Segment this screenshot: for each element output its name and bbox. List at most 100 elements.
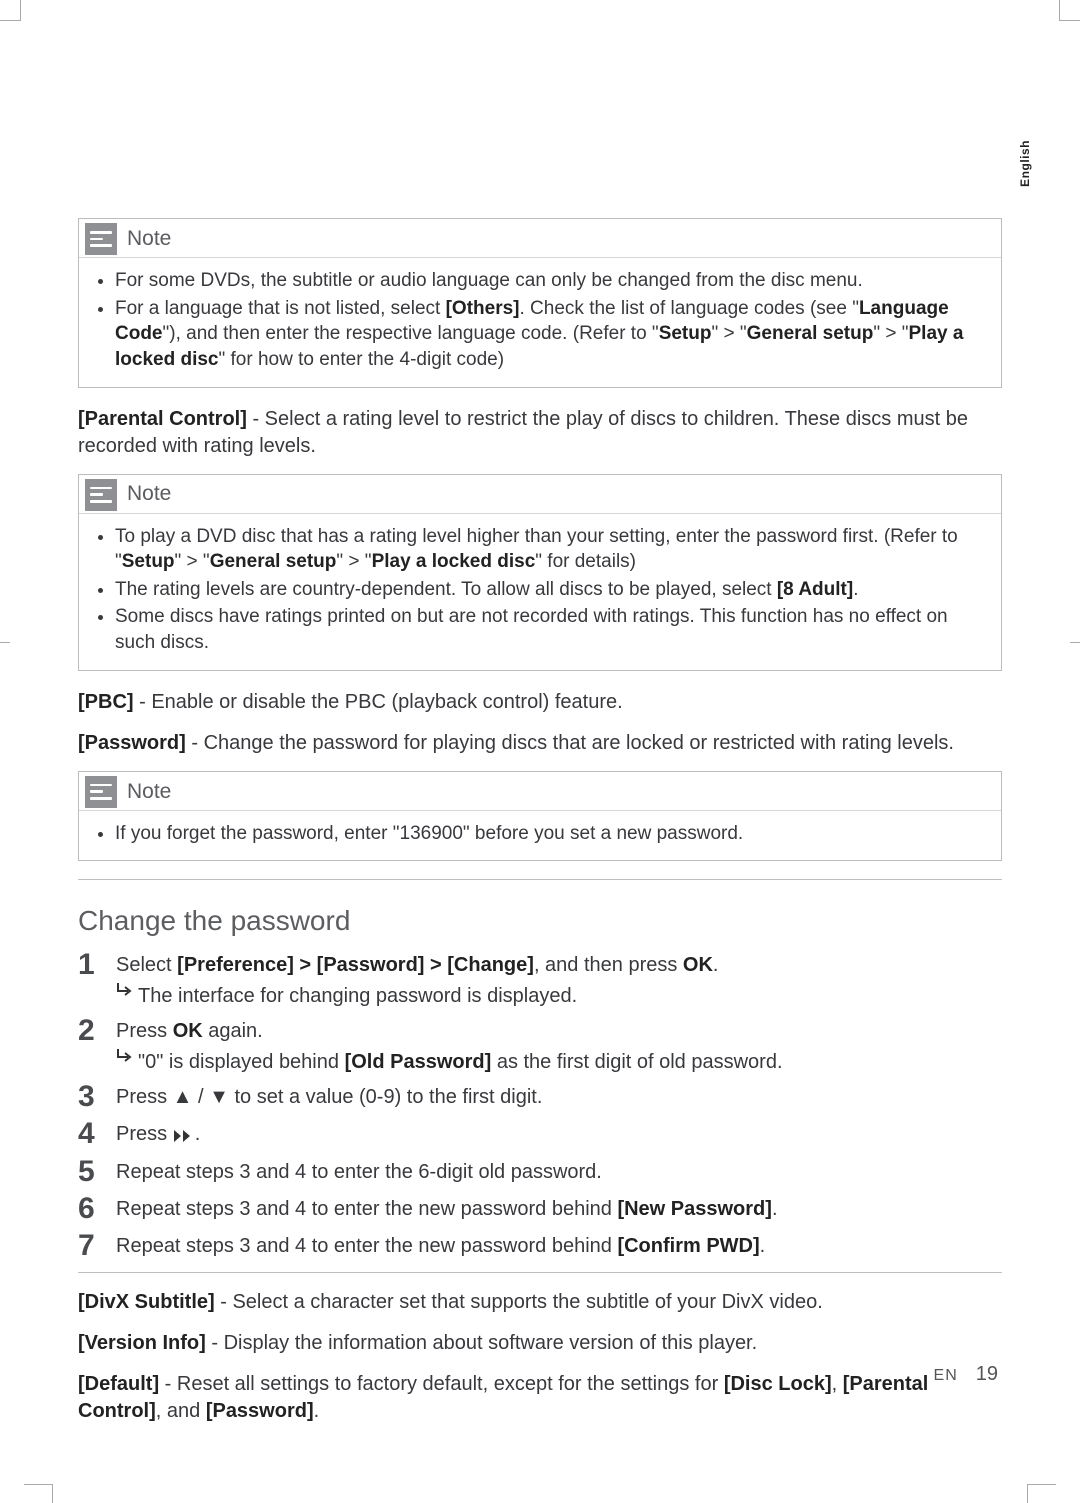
- step-body: Press .: [116, 1117, 1002, 1151]
- note-title-1: Note: [127, 225, 171, 253]
- ref-setup: Setup: [659, 323, 712, 344]
- label-default: [Default]: [78, 1373, 159, 1395]
- text: Select: [116, 954, 177, 976]
- text: .: [760, 1235, 766, 1257]
- text: .: [314, 1400, 320, 1422]
- text: - Enable or disable the PBC (playback co…: [134, 691, 623, 713]
- ref-disc-lock: [Disc Lock]: [724, 1373, 832, 1395]
- text: , and: [156, 1400, 206, 1422]
- result-arrow-icon: [116, 983, 138, 997]
- text: . Check the list of language codes (see …: [520, 298, 859, 319]
- text: .: [772, 1198, 778, 1220]
- language-tab: English: [1017, 140, 1033, 187]
- step-number: 7: [78, 1229, 116, 1262]
- text: " > ": [711, 323, 746, 344]
- step-body: Press OK again. "0" is displayed behind …: [116, 1014, 1002, 1076]
- crop-mark-top-right: [1059, 0, 1080, 21]
- step-body: Repeat steps 3 and 4 to enter the 6-digi…: [116, 1155, 1002, 1186]
- text: .: [195, 1123, 201, 1145]
- text: Repeat steps 3 and 4 to enter the new pa…: [116, 1198, 617, 1220]
- step-body: Repeat steps 3 and 4 to enter the new pa…: [116, 1229, 1002, 1260]
- text: " > ": [336, 551, 371, 572]
- note-icon: [85, 223, 117, 255]
- footer-page-number: 19: [976, 1361, 998, 1388]
- label-new-password: [New Password]: [617, 1198, 771, 1220]
- note-box-3: Note If you forget the password, enter "…: [78, 771, 1002, 862]
- crop-mark-bottom-left: [24, 1484, 53, 1503]
- text: .: [853, 579, 858, 600]
- text: again.: [203, 1020, 263, 1042]
- text: The rating levels are country-dependent.…: [115, 579, 777, 600]
- note2-bullet3: Some discs have ratings printed on but a…: [115, 604, 987, 655]
- ref-setup: Setup: [122, 551, 175, 572]
- ref-play-locked-disc: Play a locked disc: [372, 551, 536, 572]
- note-head-2: Note: [79, 475, 1001, 513]
- fast-forward-icon: [173, 1124, 195, 1151]
- step-number: 2: [78, 1014, 116, 1047]
- step-number: 4: [78, 1117, 116, 1150]
- page-content: Note For some DVDs, the subtitle or audi…: [78, 210, 1002, 1439]
- note2-bullet1: To play a DVD disc that has a rating lev…: [115, 524, 987, 575]
- text: For a language that is not listed, selec…: [115, 298, 446, 319]
- text: " > ": [873, 323, 908, 344]
- step-body: Repeat steps 3 and 4 to enter the new pa…: [116, 1192, 1002, 1223]
- text: ,: [832, 1373, 843, 1395]
- ref-general-setup: General setup: [747, 323, 874, 344]
- step-number: 3: [78, 1080, 116, 1113]
- text: , and then press: [534, 954, 683, 976]
- divider: [78, 879, 1002, 880]
- label-divx-subtitle: [DivX Subtitle]: [78, 1291, 215, 1313]
- text: " for how to enter the 4-digit code): [219, 349, 505, 370]
- text: Press: [116, 1020, 173, 1042]
- crop-mark-mid-left: [0, 642, 10, 649]
- note-head-1: Note: [79, 219, 1001, 257]
- setting-parental-control: [Parental Control] - Select a rating lev…: [78, 406, 1002, 460]
- ref-password: [Password]: [206, 1400, 314, 1422]
- setting-default: [Default] - Reset all settings to factor…: [78, 1371, 1002, 1425]
- footer-lang: EN: [934, 1365, 958, 1387]
- text: Press ▲ / ▼ to set a value (0-9) to the …: [116, 1086, 542, 1108]
- text: "0" is displayed behind [Old Password] a…: [138, 1049, 783, 1076]
- note2-bullet2: The rating levels are country-dependent.…: [115, 577, 987, 603]
- text: .: [713, 954, 719, 976]
- divider: [78, 1272, 1002, 1273]
- note-body-3: If you forget the password, enter "13690…: [79, 810, 1001, 861]
- crop-mark-bottom-right: [1027, 1484, 1056, 1503]
- setting-divx-subtitle: [DivX Subtitle] - Select a character set…: [78, 1289, 1002, 1316]
- step-number: 6: [78, 1192, 116, 1225]
- step-body: Press ▲ / ▼ to set a value (0-9) to the …: [116, 1080, 1002, 1111]
- text: Press: [116, 1123, 173, 1145]
- label-parental-control: [Parental Control]: [78, 408, 247, 430]
- text: - Select a character set that supports t…: [215, 1291, 823, 1313]
- step-4: 4 Press .: [78, 1117, 1002, 1151]
- option-others: [Others]: [446, 298, 520, 319]
- note-title-3: Note: [127, 778, 171, 806]
- step-6: 6 Repeat steps 3 and 4 to enter the new …: [78, 1192, 1002, 1225]
- label-pbc: [PBC]: [78, 691, 134, 713]
- step-result: The interface for changing password is d…: [116, 983, 1002, 1010]
- text: as the first digit of old password.: [491, 1051, 782, 1073]
- result-arrow-icon: [116, 1049, 138, 1063]
- note-head-3: Note: [79, 772, 1001, 810]
- step-3: 3 Press ▲ / ▼ to set a value (0-9) to th…: [78, 1080, 1002, 1113]
- step-result: "0" is displayed behind [Old Password] a…: [116, 1049, 1002, 1076]
- note-box-1: Note For some DVDs, the subtitle or audi…: [78, 218, 1002, 388]
- text: The interface for changing password is d…: [138, 983, 577, 1010]
- note1-bullet1: For some DVDs, the subtitle or audio lan…: [115, 268, 987, 294]
- text: - Change the password for playing discs …: [186, 732, 954, 754]
- text: " for details): [535, 551, 636, 572]
- note-body-1: For some DVDs, the subtitle or audio lan…: [79, 257, 1001, 387]
- note1-bullet2: For a language that is not listed, selec…: [115, 296, 987, 373]
- text: "0" is displayed behind: [138, 1051, 345, 1073]
- text: Repeat steps 3 and 4 to enter the new pa…: [116, 1235, 617, 1257]
- ref-general-setup: General setup: [210, 551, 337, 572]
- step-7: 7 Repeat steps 3 and 4 to enter the new …: [78, 1229, 1002, 1262]
- option-8-adult: [8 Adult]: [777, 579, 853, 600]
- setting-password: [Password] - Change the password for pla…: [78, 730, 1002, 757]
- text: - Reset all settings to factory default,…: [159, 1373, 724, 1395]
- step-5: 5 Repeat steps 3 and 4 to enter the 6-di…: [78, 1155, 1002, 1188]
- step-number: 5: [78, 1155, 116, 1188]
- label-confirm-pwd: [Confirm PWD]: [617, 1235, 759, 1257]
- setting-version-info: [Version Info] - Display the information…: [78, 1330, 1002, 1357]
- setting-pbc: [PBC] - Enable or disable the PBC (playb…: [78, 689, 1002, 716]
